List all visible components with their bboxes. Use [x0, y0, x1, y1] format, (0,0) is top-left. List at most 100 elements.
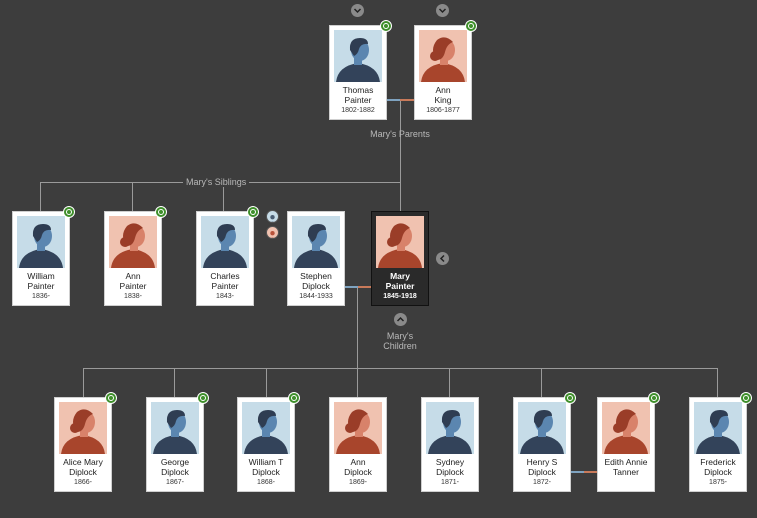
person-card-frederick-diplock[interactable]: Frederick Diplock 1875- [689, 392, 752, 492]
person-surname: Diplock [436, 467, 464, 477]
person-surname: Painter [344, 95, 372, 105]
children-corner-left [83, 368, 84, 398]
person-name: Ann Diplock [330, 457, 386, 477]
female-silhouette-icon [59, 402, 107, 454]
person-lifespan: 1875- [709, 479, 727, 486]
person-lifespan: 1872- [533, 479, 551, 486]
collapse-side-button[interactable] [436, 252, 449, 265]
person-surname: Diplock [344, 467, 372, 477]
person-card-thomas-painter[interactable]: Thomas Painter 1802-1882 [329, 20, 392, 120]
person-card-alice-mary-diplock[interactable]: Alice Mary Diplock 1866- [54, 392, 117, 492]
person-card-george-diplock[interactable]: George Diplock 1867- [146, 392, 209, 492]
person-given-name: Stephen [300, 271, 332, 281]
person-card-sydney-diplock[interactable]: Sydney Diplock 1871- [421, 397, 479, 492]
male-silhouette-icon [426, 402, 474, 454]
person-card-william-painter[interactable]: William Painter 1836- [12, 206, 75, 306]
female-silhouette-icon [602, 402, 650, 454]
person-surname: Tanner [613, 467, 639, 477]
person-card-ann-diplock[interactable]: Ann Diplock 1869- [329, 397, 387, 492]
person-given-name: William [27, 271, 55, 281]
person-surname: King [434, 95, 452, 105]
sibling-drop-1 [40, 182, 41, 211]
person-name: Ann King [415, 85, 471, 105]
person-card-stephen-diplock[interactable]: Stephen Diplock 1844-1933 [287, 211, 345, 306]
person-given-name: William T [248, 457, 284, 467]
chevron-down-icon [353, 8, 362, 14]
hint-leaf-icon[interactable] [197, 392, 209, 404]
hint-leaf-icon[interactable] [105, 392, 117, 404]
male-silhouette-icon [694, 402, 742, 454]
person-name: William T Diplock [238, 457, 294, 477]
person-given-name: Mary [390, 271, 410, 281]
male-silhouette-icon [518, 402, 566, 454]
person-card-edith-annie-tanner[interactable]: Edith Annie Tanner [597, 392, 660, 492]
children-label-line1: Mary's [386, 331, 414, 341]
hint-leaf-icon[interactable] [380, 20, 392, 32]
child-drop-5 [449, 368, 450, 398]
hint-leaf-icon[interactable] [564, 392, 576, 404]
children-label: Mary's Children [370, 331, 430, 351]
person-name: George Diplock [147, 457, 203, 477]
person-surname: Painter [211, 281, 239, 291]
person-lifespan: 1844-1933 [299, 293, 333, 300]
male-silhouette-icon [292, 216, 340, 268]
person-lifespan: 1845-1918 [383, 293, 417, 300]
expand-mother-ancestors-button[interactable] [436, 4, 449, 17]
child-drop-3 [266, 368, 267, 398]
person-lifespan: 1838- [124, 293, 142, 300]
person-lifespan: 1868- [257, 479, 275, 486]
hint-leaf-icon[interactable] [740, 392, 752, 404]
male-silhouette-icon [242, 402, 290, 454]
chevron-up-icon [396, 316, 405, 322]
person-surname: Diplock [302, 281, 330, 291]
female-silhouette-icon [334, 402, 382, 454]
person-given-name: Ann [435, 85, 451, 95]
parents-to-children-line [400, 101, 401, 211]
person-card-ann-king[interactable]: Ann King 1806-1877 [414, 20, 477, 120]
hint-leaf-icon[interactable] [63, 206, 75, 218]
person-lifespan: 1806-1877 [426, 107, 460, 114]
person-given-name: Ann [125, 271, 141, 281]
female-silhouette-icon [109, 216, 157, 268]
female-silhouette-icon [376, 216, 424, 268]
person-card-charles-painter[interactable]: Charles Painter 1843- [196, 206, 259, 306]
children-label-line2: Children [383, 341, 417, 351]
hint-leaf-icon[interactable] [465, 20, 477, 32]
person-card-ann-painter[interactable]: Ann Painter 1838- [104, 206, 167, 306]
spouse-avatar-male[interactable] [266, 210, 279, 223]
focus-to-children-line [357, 288, 358, 398]
person-surname: Painter [27, 281, 55, 291]
person-name: Edith Annie Tanner [598, 457, 654, 477]
siblings-label: Mary's Siblings [183, 177, 250, 187]
person-card-william-t-diplock[interactable]: William T Diplock 1868- [237, 392, 300, 492]
male-silhouette-icon [17, 216, 65, 268]
child-drop-2 [174, 368, 175, 398]
person-lifespan: 1802-1882 [341, 107, 375, 114]
person-card-mary-painter[interactable]: Mary Painter 1845-1918 [371, 211, 429, 306]
person-card-henry-s-diplock[interactable]: Henry S Diplock 1872- [513, 392, 576, 492]
collapse-children-button[interactable] [394, 313, 407, 326]
person-surname: Diplock [528, 467, 556, 477]
male-silhouette-icon [201, 216, 249, 268]
parents-couple-line-female [400, 99, 415, 101]
hint-leaf-icon[interactable] [288, 392, 300, 404]
spouse-avatar-female[interactable] [266, 226, 279, 239]
person-name: Mary Painter [372, 271, 428, 291]
person-given-name: Charles [210, 271, 240, 281]
person-name: Stephen Diplock [288, 271, 344, 291]
couple-line-focus-female [358, 286, 372, 288]
hint-leaf-icon[interactable] [247, 206, 259, 218]
female-silhouette-icon [419, 30, 467, 82]
children-horizontal-line [83, 368, 718, 369]
person-name: Alice Mary Diplock [55, 457, 111, 477]
expand-father-ancestors-button[interactable] [351, 4, 364, 17]
person-lifespan: 1871- [441, 479, 459, 486]
hint-leaf-icon[interactable] [155, 206, 167, 218]
child-couple-line-female [584, 471, 598, 473]
parents-label: Mary's Parents [370, 129, 430, 139]
hint-leaf-icon[interactable] [648, 392, 660, 404]
person-lifespan: 1867- [166, 479, 184, 486]
female-silhouette-icon [270, 231, 275, 238]
sibling-drop-2 [132, 182, 133, 211]
person-given-name: Henry S [526, 457, 558, 467]
